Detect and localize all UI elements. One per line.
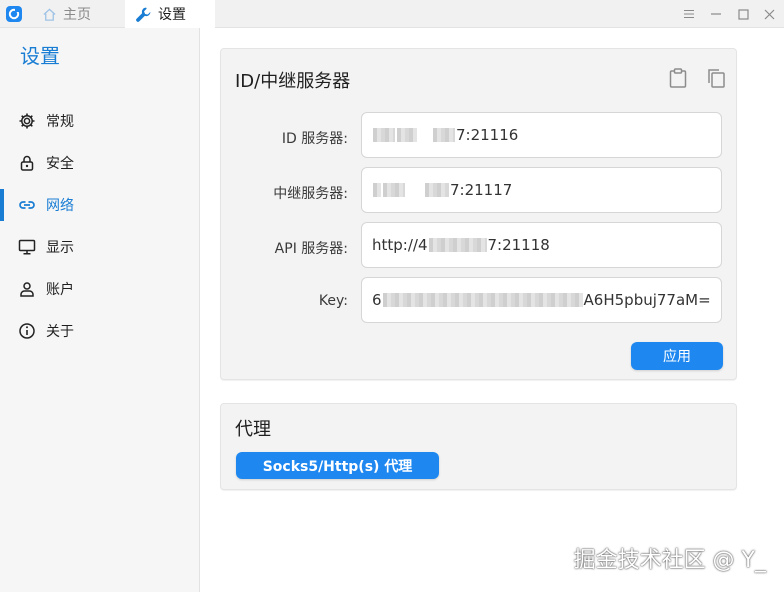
sidebar-item-label: 显示 <box>46 240 74 256</box>
app-logo-icon <box>6 6 22 22</box>
redacted-text <box>373 183 381 197</box>
minimize-icon[interactable] <box>703 0 729 28</box>
wrench-icon <box>135 6 152 23</box>
gear-icon <box>18 112 36 130</box>
redacted-text <box>425 183 449 197</box>
server-card-title: ID/中继服务器 <box>235 71 351 92</box>
apply-button[interactable]: 应用 <box>631 342 723 370</box>
sidebar-item-about[interactable]: 关于 <box>0 311 199 351</box>
menu-icon[interactable] <box>676 0 702 28</box>
sidebar-item-label: 网络 <box>46 198 74 214</box>
key-input[interactable]: 6 A6H5pbuj77aM= <box>361 277 722 323</box>
tab-settings-label: 设置 <box>158 7 186 23</box>
sidebar-title: 设置 <box>20 44 60 68</box>
redacted-text <box>382 293 583 307</box>
relay-server-value: 7:21117 <box>450 181 513 199</box>
sidebar-item-account[interactable]: 账户 <box>0 269 199 309</box>
sidebar-item-network[interactable]: 网络 <box>0 185 199 225</box>
relay-server-label: 中继服务器: <box>273 186 348 202</box>
user-icon <box>18 280 36 298</box>
api-server-input[interactable]: http://4 7:21118 <box>361 222 722 268</box>
key-value: A6H5pbuj77aM= <box>583 291 711 309</box>
id-server-input[interactable]: 7:21116 <box>361 112 722 158</box>
socks5-proxy-button[interactable]: Socks5/Http(s) 代理 <box>236 452 439 479</box>
maximize-icon[interactable] <box>730 0 756 28</box>
redacted-text <box>397 128 417 142</box>
clipboard-icon[interactable] <box>667 67 689 89</box>
redacted-text <box>433 128 455 142</box>
id-server-value: 7:21116 <box>456 126 519 144</box>
home-icon <box>42 7 57 22</box>
monitor-icon <box>18 238 36 256</box>
sidebar-item-label: 关于 <box>46 324 74 340</box>
redacted-text <box>383 183 405 197</box>
close-icon[interactable] <box>756 0 782 28</box>
tab-home[interactable]: 主页 <box>30 0 125 28</box>
info-icon <box>18 322 36 340</box>
proxy-card-title: 代理 <box>235 419 271 440</box>
sidebar-item-label: 常规 <box>46 114 74 130</box>
link-icon <box>18 196 36 214</box>
settings-main: ID/中继服务器 ID 服务器: 7:21116 中继服务器: 7:21117 … <box>200 28 784 592</box>
key-label: Key: <box>318 293 348 309</box>
sidebar: 设置 常规 安全 网络 显示 账户 关于 <box>0 28 200 592</box>
app-window: 主页 设置 设置 常规 安全 网络 显示 账户 关于 ID/中继服务器 ID 服… <box>0 0 784 592</box>
sidebar-item-security[interactable]: 安全 <box>0 143 199 183</box>
api-server-prefix: http://4 <box>372 236 428 254</box>
api-server-label: API 服务器: <box>274 241 348 257</box>
tab-settings[interactable]: 设置 <box>125 0 215 28</box>
title-bar: 主页 设置 <box>0 0 784 28</box>
sidebar-item-general[interactable]: 常规 <box>0 101 199 141</box>
watermark: 掘金技术社区 @ Y_ <box>573 548 766 573</box>
sidebar-item-display[interactable]: 显示 <box>0 227 199 267</box>
copy-icon[interactable] <box>705 67 727 89</box>
id-server-label: ID 服务器: <box>281 131 348 147</box>
lock-icon <box>18 154 36 172</box>
redacted-text <box>373 128 395 142</box>
server-card: ID/中继服务器 ID 服务器: 7:21116 中继服务器: 7:21117 … <box>220 48 737 380</box>
api-server-value: 7:21118 <box>487 236 550 254</box>
proxy-card: 代理 Socks5/Http(s) 代理 <box>220 403 737 490</box>
relay-server-input[interactable]: 7:21117 <box>361 167 722 213</box>
key-prefix: 6 <box>372 291 382 309</box>
sidebar-item-label: 账户 <box>46 282 74 298</box>
tab-home-label: 主页 <box>63 7 91 23</box>
redacted-text <box>428 238 487 252</box>
sidebar-item-label: 安全 <box>46 156 74 172</box>
